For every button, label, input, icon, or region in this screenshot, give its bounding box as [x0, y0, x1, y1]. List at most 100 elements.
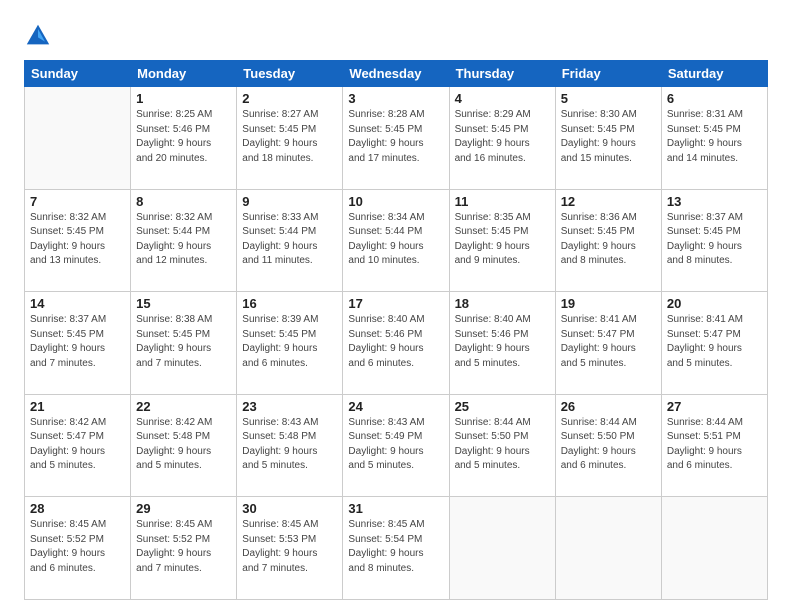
calendar-cell: 3Sunrise: 8:28 AMSunset: 5:45 PMDaylight… — [343, 87, 449, 190]
day-number: 13 — [667, 194, 762, 209]
day-info: Sunrise: 8:27 AMSunset: 5:45 PMDaylight:… — [242, 108, 337, 166]
calendar-header: SundayMondayTuesdayWednesdayThursdayFrid… — [25, 61, 768, 87]
calendar-cell: 16Sunrise: 8:39 AMSunset: 5:45 PMDayligh… — [237, 292, 343, 395]
calendar-cell: 21 Sunrise: 8:42 AMSunset: 5:47 PMDayligh… — [25, 394, 131, 497]
calendar-week-2: 7 Sunrise: 8:32 AMSunset: 5:45 PMDaylight… — [25, 189, 768, 292]
calendar-cell: 22 Sunrise: 8:42 AMSunset: 5:48 PMDayligh… — [131, 394, 237, 497]
day-info: Sunrise: 8:38 AMSunset: 5:45 PMDaylight:… — [136, 313, 231, 371]
calendar-week-4: 21 Sunrise: 8:42 AMSunset: 5:47 PMDayligh… — [25, 394, 768, 497]
calendar-week-1: 1 Sunrise: 8:25 AMSunset: 5:46 PMDaylight… — [25, 87, 768, 190]
day-number: 6 — [667, 91, 762, 106]
calendar-cell — [449, 497, 555, 600]
calendar-cell — [555, 497, 661, 600]
day-info: Sunrise: 8:30 AMSunset: 5:45 PMDaylight:… — [561, 108, 656, 166]
day-info: Sunrise: 8:40 AMSunset: 5:46 PMDaylight:… — [348, 313, 443, 371]
day-info: Sunrise: 8:45 AMSunset: 5:52 PMDaylight:… — [30, 518, 125, 576]
day-info: Sunrise: 8:25 AMSunset: 5:46 PMDaylight:… — [136, 108, 231, 166]
day-number: 23 — [242, 399, 337, 414]
day-info: Sunrise: 8:44 AMSunset: 5:51 PMDaylight:… — [667, 416, 762, 474]
day-number: 26 — [561, 399, 656, 414]
day-number: 24 — [348, 399, 443, 414]
calendar-cell: 6 Sunrise: 8:31 AMSunset: 5:45 PMDaylight… — [661, 87, 767, 190]
day-number: 4 — [455, 91, 550, 106]
day-info: Sunrise: 8:43 AMSunset: 5:48 PMDaylight:… — [242, 416, 337, 474]
day-number: 11 — [455, 194, 550, 209]
day-number: 30 — [242, 501, 337, 516]
calendar-cell: 27Sunrise: 8:44 AMSunset: 5:51 PMDayligh… — [661, 394, 767, 497]
day-info: Sunrise: 8:45 AMSunset: 5:54 PMDaylight:… — [348, 518, 443, 576]
calendar-table: SundayMondayTuesdayWednesdayThursdayFrid… — [24, 60, 768, 600]
day-info: Sunrise: 8:45 AMSunset: 5:52 PMDaylight:… — [136, 518, 231, 576]
day-info: Sunrise: 8:45 AMSunset: 5:53 PMDaylight:… — [242, 518, 337, 576]
day-number: 15 — [136, 296, 231, 311]
day-number: 25 — [455, 399, 550, 414]
page: SundayMondayTuesdayWednesdayThursdayFrid… — [0, 0, 792, 612]
weekday-header-monday: Monday — [131, 61, 237, 87]
calendar-cell: 2 Sunrise: 8:27 AMSunset: 5:45 PMDaylight… — [237, 87, 343, 190]
day-info: Sunrise: 8:33 AMSunset: 5:44 PMDaylight:… — [242, 211, 337, 269]
day-number: 19 — [561, 296, 656, 311]
calendar-cell: 31Sunrise: 8:45 AMSunset: 5:54 PMDayligh… — [343, 497, 449, 600]
day-number: 1 — [136, 91, 231, 106]
day-number: 12 — [561, 194, 656, 209]
day-number: 2 — [242, 91, 337, 106]
calendar-cell: 29 Sunrise: 8:45 AMSunset: 5:52 PMDayligh… — [131, 497, 237, 600]
header — [24, 18, 768, 50]
calendar-cell: 1 Sunrise: 8:25 AMSunset: 5:46 PMDaylight… — [131, 87, 237, 190]
day-info: Sunrise: 8:31 AMSunset: 5:45 PMDaylight:… — [667, 108, 762, 166]
day-info: Sunrise: 8:40 AMSunset: 5:46 PMDaylight:… — [455, 313, 550, 371]
weekday-row: SundayMondayTuesdayWednesdayThursdayFrid… — [25, 61, 768, 87]
calendar-cell: 25 Sunrise: 8:44 AMSunset: 5:50 PMDayligh… — [449, 394, 555, 497]
day-info: Sunrise: 8:37 AMSunset: 5:45 PMDaylight:… — [667, 211, 762, 269]
day-number: 17 — [348, 296, 443, 311]
day-info: Sunrise: 8:32 AMSunset: 5:45 PMDaylight:… — [30, 211, 125, 269]
day-number: 7 — [30, 194, 125, 209]
day-info: Sunrise: 8:29 AMSunset: 5:45 PMDaylight:… — [455, 108, 550, 166]
calendar-cell: 24 Sunrise: 8:43 AMSunset: 5:49 PMDayligh… — [343, 394, 449, 497]
weekday-header-thursday: Thursday — [449, 61, 555, 87]
calendar-cell: 4 Sunrise: 8:29 AMSunset: 5:45 PMDaylight… — [449, 87, 555, 190]
calendar-cell: 19 Sunrise: 8:41 AMSunset: 5:47 PMDayligh… — [555, 292, 661, 395]
day-info: Sunrise: 8:32 AMSunset: 5:44 PMDaylight:… — [136, 211, 231, 269]
day-info: Sunrise: 8:41 AMSunset: 5:47 PMDaylight:… — [561, 313, 656, 371]
calendar-cell: 17 Sunrise: 8:40 AMSunset: 5:46 PMDayligh… — [343, 292, 449, 395]
day-number: 22 — [136, 399, 231, 414]
day-info: Sunrise: 8:36 AMSunset: 5:45 PMDaylight:… — [561, 211, 656, 269]
day-number: 10 — [348, 194, 443, 209]
calendar-cell: 18 Sunrise: 8:40 AMSunset: 5:46 PMDayligh… — [449, 292, 555, 395]
calendar-cell — [661, 497, 767, 600]
calendar-cell: 8Sunrise: 8:32 AMSunset: 5:44 PMDaylight… — [131, 189, 237, 292]
day-info: Sunrise: 8:35 AMSunset: 5:45 PMDaylight:… — [455, 211, 550, 269]
calendar-cell: 23 Sunrise: 8:43 AMSunset: 5:48 PMDayligh… — [237, 394, 343, 497]
logo — [24, 22, 56, 50]
calendar-cell: 9 Sunrise: 8:33 AMSunset: 5:44 PMDaylight… — [237, 189, 343, 292]
day-number: 16 — [242, 296, 337, 311]
day-info: Sunrise: 8:42 AMSunset: 5:48 PMDaylight:… — [136, 416, 231, 474]
day-info: Sunrise: 8:43 AMSunset: 5:49 PMDaylight:… — [348, 416, 443, 474]
weekday-header-saturday: Saturday — [661, 61, 767, 87]
calendar-cell: 30 Sunrise: 8:45 AMSunset: 5:53 PMDayligh… — [237, 497, 343, 600]
day-number: 18 — [455, 296, 550, 311]
day-info: Sunrise: 8:42 AMSunset: 5:47 PMDaylight:… — [30, 416, 125, 474]
calendar-week-3: 14Sunrise: 8:37 AMSunset: 5:45 PMDayligh… — [25, 292, 768, 395]
day-number: 5 — [561, 91, 656, 106]
calendar-body: 1 Sunrise: 8:25 AMSunset: 5:46 PMDaylight… — [25, 87, 768, 600]
calendar-cell: 10Sunrise: 8:34 AMSunset: 5:44 PMDayligh… — [343, 189, 449, 292]
day-number: 20 — [667, 296, 762, 311]
calendar-cell: 11 Sunrise: 8:35 AMSunset: 5:45 PMDayligh… — [449, 189, 555, 292]
calendar-cell: 5 Sunrise: 8:30 AMSunset: 5:45 PMDaylight… — [555, 87, 661, 190]
calendar-cell — [25, 87, 131, 190]
weekday-header-wednesday: Wednesday — [343, 61, 449, 87]
calendar-cell: 26Sunrise: 8:44 AMSunset: 5:50 PMDayligh… — [555, 394, 661, 497]
day-info: Sunrise: 8:37 AMSunset: 5:45 PMDaylight:… — [30, 313, 125, 371]
day-info: Sunrise: 8:44 AMSunset: 5:50 PMDaylight:… — [455, 416, 550, 474]
weekday-header-friday: Friday — [555, 61, 661, 87]
calendar-cell: 28Sunrise: 8:45 AMSunset: 5:52 PMDayligh… — [25, 497, 131, 600]
day-number: 9 — [242, 194, 337, 209]
day-number: 21 — [30, 399, 125, 414]
day-info: Sunrise: 8:41 AMSunset: 5:47 PMDaylight:… — [667, 313, 762, 371]
calendar-cell: 7 Sunrise: 8:32 AMSunset: 5:45 PMDaylight… — [25, 189, 131, 292]
weekday-header-tuesday: Tuesday — [237, 61, 343, 87]
logo-icon — [24, 22, 52, 50]
day-number: 29 — [136, 501, 231, 516]
